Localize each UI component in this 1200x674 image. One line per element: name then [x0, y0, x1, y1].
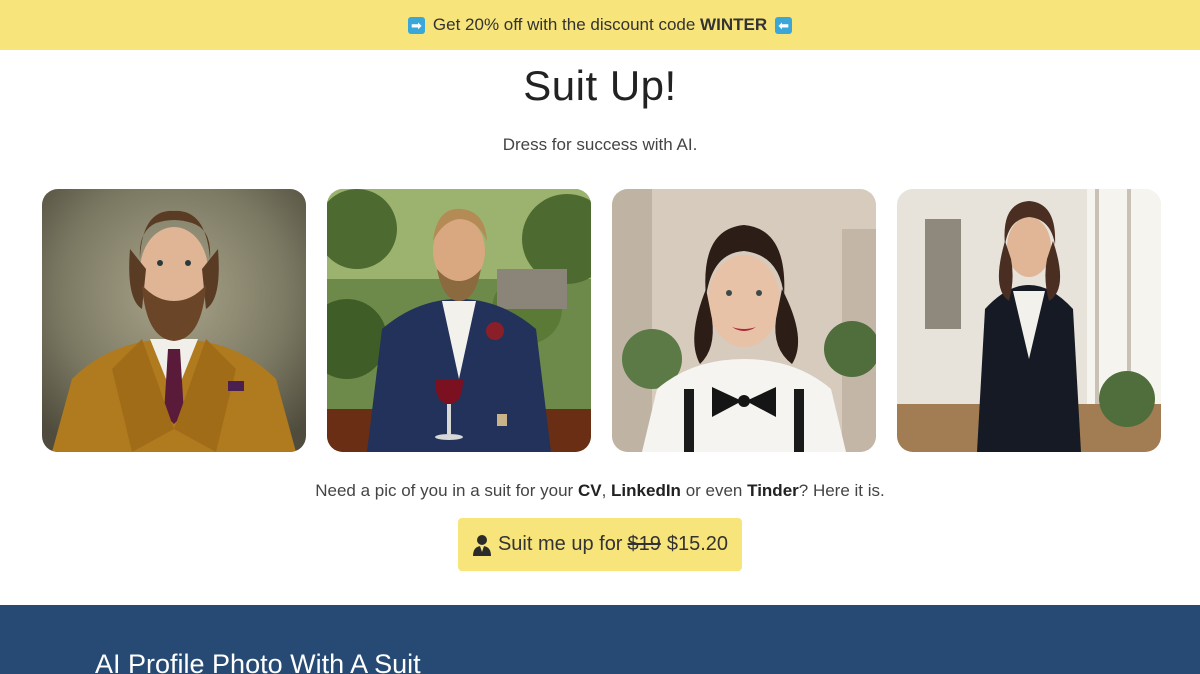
info-section: AI Profile Photo With A Suit	[0, 605, 1200, 674]
photo-woman-bowtie-suspenders	[612, 189, 876, 452]
section-title: AI Profile Photo With A Suit	[95, 649, 421, 674]
page-title: Suit Up!	[523, 62, 677, 109]
pitch-linkedin: LinkedIn	[611, 481, 681, 500]
photo-woman-black-blazer	[897, 189, 1161, 452]
button-label: Suit me up for	[497, 533, 623, 555]
pitch-tinder: Tinder	[747, 481, 799, 500]
photo-man-navy-suit-wine	[327, 189, 591, 452]
discount-code: WINTER	[700, 15, 768, 34]
suit-me-up-button[interactable]: Suit me up for $19 $15.20	[458, 518, 742, 571]
pitch-text: Need a pic of you in a suit for your CV,…	[315, 481, 885, 500]
old-price: $19	[627, 533, 661, 555]
photo-man-mustard-suit	[42, 189, 306, 452]
left-arrow-icon: ⬅	[775, 16, 793, 34]
new-price: $15.20	[666, 533, 729, 555]
person-icon	[472, 534, 492, 556]
right-arrow-icon: ➡	[407, 16, 425, 34]
page-subtitle: Dress for success with AI.	[502, 135, 698, 154]
promo-banner: ➡ Get 20% off with the discount code WIN…	[0, 0, 1200, 50]
promo-text: Get 20% off with the discount code WINTE…	[432, 15, 768, 34]
pitch-cv: CV	[577, 481, 602, 500]
photo-gallery	[42, 189, 1161, 452]
